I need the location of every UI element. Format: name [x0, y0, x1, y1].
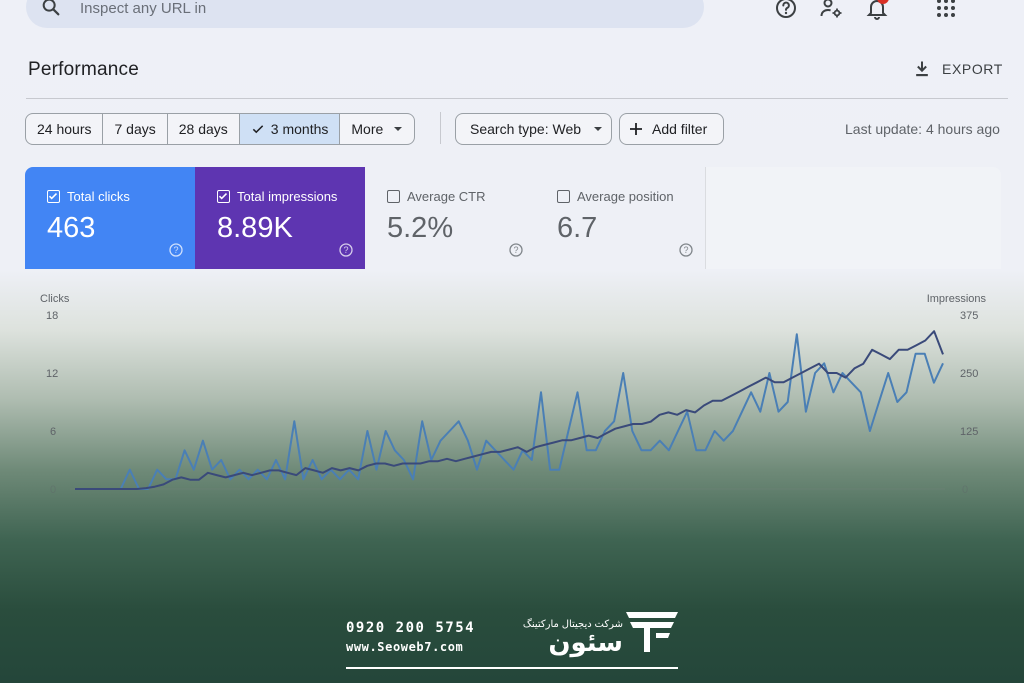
help-circle-icon[interactable]: ? [509, 243, 523, 257]
phone-number: 0920 200 5754 [346, 620, 476, 636]
date-range-selector: 24 hours 7 days 28 days 3 months More [25, 113, 416, 145]
last-update-text: Last update: 4 hours ago [845, 121, 1000, 137]
left-tick-label: 12 [46, 368, 58, 380]
svg-text:?: ? [513, 245, 518, 255]
left-tick-label: 0 [50, 484, 56, 496]
caret-down-icon [594, 127, 603, 131]
add-filter-label: Add filter [652, 121, 708, 137]
metric-cards: Total clicks 463 ? Total impressions 8.8… [25, 167, 1001, 269]
clicks-series-line [75, 333, 944, 490]
add-filter-button[interactable]: Add filter [619, 113, 724, 145]
checkbox-unchecked-icon [557, 190, 570, 203]
metric-value: 8.89K [217, 212, 293, 244]
metric-label: Total impressions [237, 189, 338, 204]
metric-value: 5.2% [387, 212, 454, 244]
svg-text:?: ? [173, 245, 178, 255]
right-tick-label: 375 [960, 310, 978, 322]
download-icon [916, 61, 928, 77]
range-7-days[interactable]: 7 days [103, 114, 168, 144]
metric-card-total-impressions[interactable]: Total impressions 8.89K ? [195, 167, 365, 269]
help-icon[interactable] [774, 0, 798, 20]
range-3-months[interactable]: 3 months [239, 114, 341, 144]
brand-logo-icon [626, 612, 678, 652]
left-tick-label: 6 [50, 426, 56, 438]
metric-card-average-ctr[interactable]: Average CTR 5.2% ? [365, 167, 536, 269]
url-inspection-input[interactable] [78, 0, 642, 20]
footer-underline [346, 667, 678, 669]
left-axis-label: Clicks [40, 293, 70, 305]
range-28-days[interactable]: 28 days [168, 114, 240, 144]
metric-value: 463 [47, 212, 96, 244]
search-type-label: Search type: Web [470, 121, 582, 137]
right-axis-label: Impressions [927, 293, 987, 305]
metric-label: Average CTR [407, 189, 486, 204]
metric-card-average-position[interactable]: Average position 6.7 ? [535, 167, 706, 269]
help-circle-icon[interactable]: ? [339, 243, 353, 257]
help-circle-icon[interactable]: ? [169, 243, 183, 257]
left-tick-label: 18 [46, 310, 58, 322]
svg-text:?: ? [343, 245, 348, 255]
range-more-label: More [351, 121, 384, 137]
check-icon [252, 125, 263, 134]
range-24-hours[interactable]: 24 hours [26, 114, 104, 144]
plus-icon [630, 123, 642, 135]
page-title: Performance [28, 59, 139, 80]
search-type-dropdown[interactable]: Search type: Web [455, 113, 612, 145]
right-tick-label: 250 [960, 368, 978, 380]
metric-label: Total clicks [67, 189, 130, 204]
export-label: EXPORT [942, 61, 1003, 77]
export-button[interactable]: EXPORT [912, 57, 1003, 81]
header-divider [26, 98, 1008, 99]
range-3-months-label: 3 months [270, 121, 329, 137]
checkbox-checked-icon [47, 190, 60, 203]
range-more-dropdown[interactable]: More [340, 114, 414, 144]
metric-value: 6.7 [557, 212, 598, 244]
metric-label: Average position [577, 189, 674, 204]
metric-card-total-clicks[interactable]: Total clicks 463 ? [25, 167, 195, 269]
website-url: www.Seoweb7.com [346, 640, 464, 654]
help-circle-icon[interactable]: ? [679, 243, 693, 257]
svg-text:?: ? [683, 245, 688, 255]
checkbox-unchecked-icon [387, 190, 400, 203]
apps-grid-icon[interactable] [934, 0, 958, 20]
page: Performance EXPORT 24 hours 7 days 28 da… [0, 0, 1024, 683]
search-icon [42, 0, 60, 16]
right-tick-label: 0 [962, 484, 968, 496]
manage-user-icon[interactable] [819, 0, 843, 20]
filter-divider [440, 112, 441, 144]
caret-down-icon [394, 127, 403, 131]
checkbox-checked-icon [217, 190, 230, 203]
brand-name: سئون [548, 628, 623, 658]
performance-chart: Clicks Impressions 18 12 6 0 375 250 125… [40, 293, 987, 496]
right-tick-label: 125 [960, 426, 978, 438]
url-inspection-bar[interactable] [26, 0, 704, 28]
